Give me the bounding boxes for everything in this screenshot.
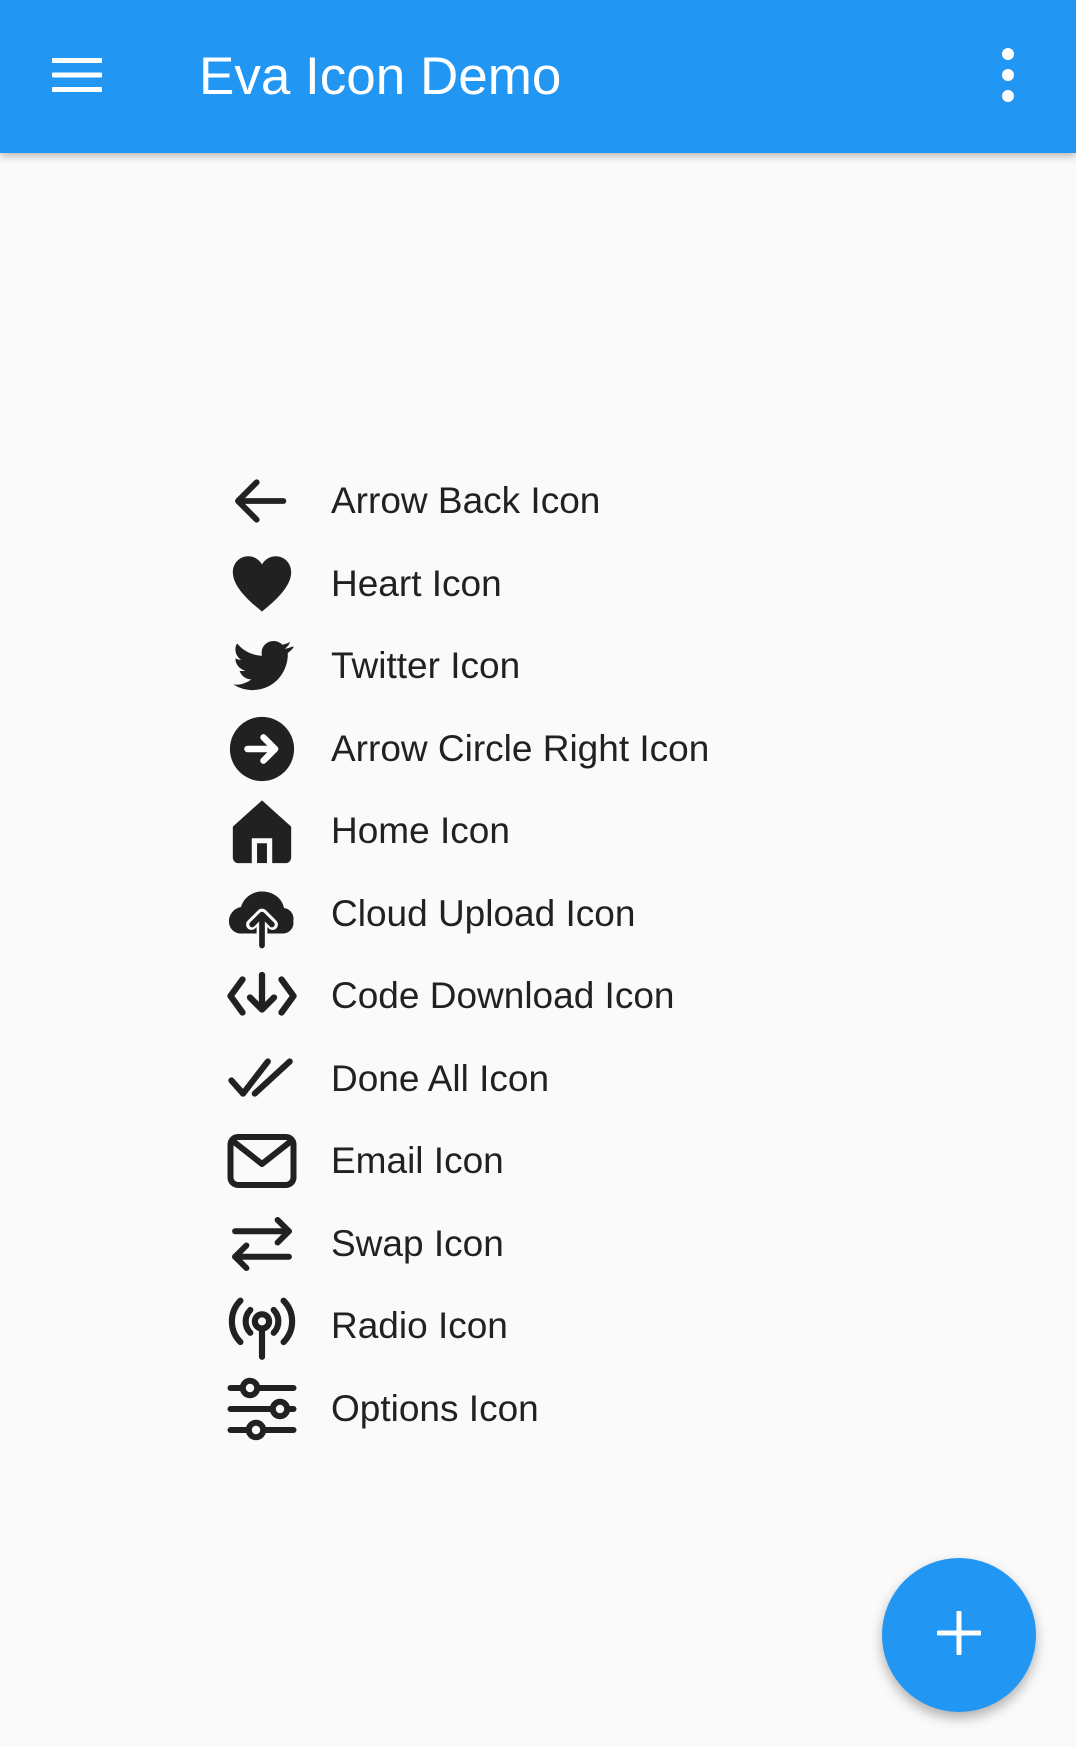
list-item-label: Arrow Circle Right Icon bbox=[331, 727, 710, 769]
twitter-icon bbox=[222, 626, 302, 706]
list-item-label: Arrow Back Icon bbox=[331, 480, 601, 522]
more-vertical-icon bbox=[998, 47, 1018, 108]
list-item-label: Email Icon bbox=[331, 1140, 504, 1182]
options-icon bbox=[222, 1369, 302, 1449]
page-title: Eva Icon Demo bbox=[199, 47, 562, 106]
swap-icon bbox=[222, 1204, 302, 1284]
heart-icon bbox=[222, 544, 302, 624]
list-item-label: Twitter Icon bbox=[331, 645, 521, 687]
list-item-label: Code Download Icon bbox=[331, 975, 675, 1017]
list-item: Arrow Circle Right Icon bbox=[222, 708, 1022, 791]
done-all-icon bbox=[222, 1039, 302, 1119]
list-item: Home Icon bbox=[222, 790, 1022, 873]
cloud-upload-icon bbox=[222, 874, 302, 954]
list-item: Done All Icon bbox=[222, 1038, 1022, 1121]
more-options-button[interactable] bbox=[968, 32, 1048, 122]
menu-icon bbox=[50, 55, 104, 100]
plus-icon bbox=[935, 1609, 983, 1662]
list-item: Options Icon bbox=[222, 1368, 1022, 1451]
list-item-label: Options Icon bbox=[331, 1387, 539, 1429]
app-screen: Eva Icon Demo Arrow Back Icon Heart Icon… bbox=[0, 0, 1076, 1747]
app-bar: Eva Icon Demo bbox=[0, 0, 1076, 153]
list-item: Radio Icon bbox=[222, 1285, 1022, 1368]
list-item-label: Swap Icon bbox=[331, 1222, 504, 1264]
code-download-icon bbox=[222, 956, 302, 1036]
list-item: Heart Icon bbox=[222, 543, 1022, 626]
radio-icon bbox=[222, 1286, 302, 1366]
icon-list: Arrow Back Icon Heart Icon Twitter Icon bbox=[222, 460, 1022, 1450]
add-fab-button[interactable] bbox=[882, 1558, 1036, 1712]
list-item: Cloud Upload Icon bbox=[222, 873, 1022, 956]
list-item-label: Heart Icon bbox=[331, 562, 502, 604]
list-item: Code Download Icon bbox=[222, 955, 1022, 1038]
list-item: Twitter Icon bbox=[222, 625, 1022, 708]
list-item-label: Cloud Upload Icon bbox=[331, 892, 636, 934]
list-item-label: Done All Icon bbox=[331, 1057, 550, 1099]
home-icon bbox=[222, 791, 302, 871]
email-icon bbox=[222, 1121, 302, 1201]
arrow-circle-right-icon bbox=[222, 709, 302, 789]
list-item: Swap Icon bbox=[222, 1203, 1022, 1286]
arrow-back-icon bbox=[222, 461, 302, 541]
list-item: Email Icon bbox=[222, 1120, 1022, 1203]
menu-button[interactable] bbox=[28, 32, 126, 122]
list-item-label: Home Icon bbox=[331, 810, 510, 852]
list-item-label: Radio Icon bbox=[331, 1305, 508, 1347]
list-item: Arrow Back Icon bbox=[222, 460, 1022, 543]
